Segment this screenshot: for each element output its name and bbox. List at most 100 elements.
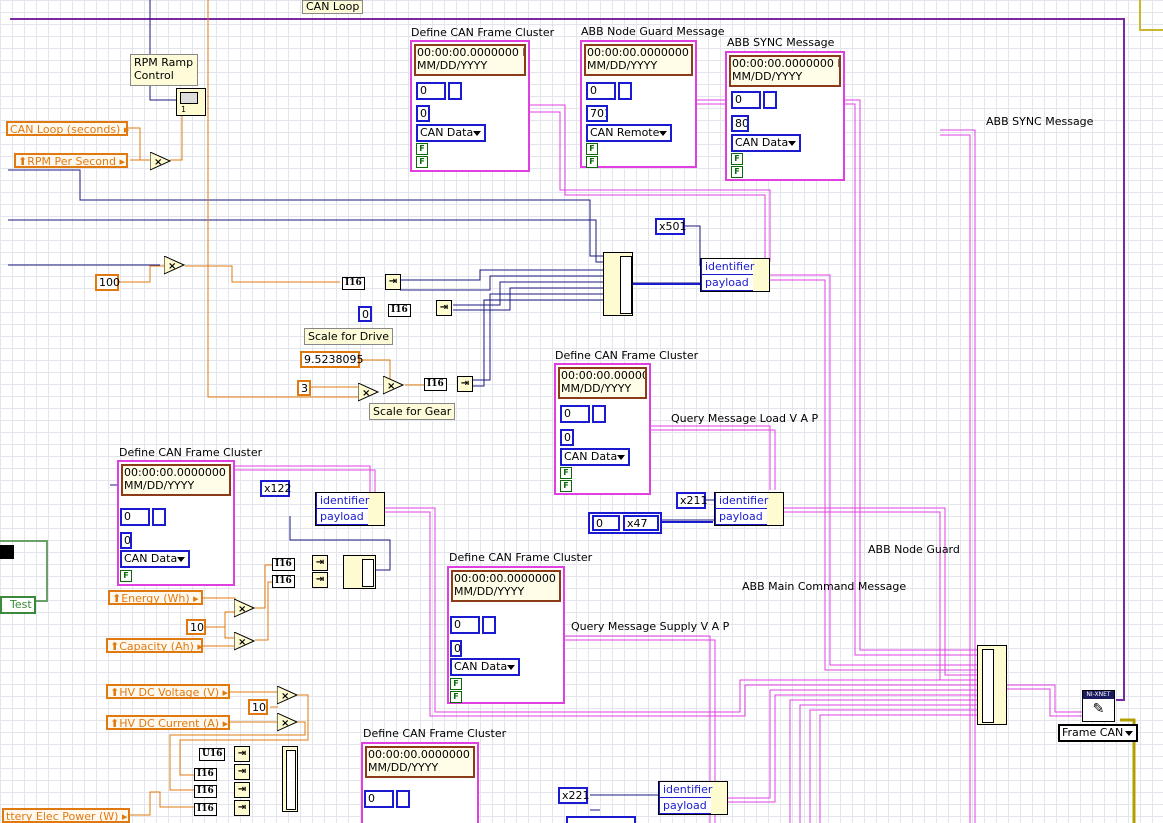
i16-convert[interactable]: I16 (342, 277, 365, 290)
constant-10[interactable]: 10 (248, 699, 268, 715)
can-frame-cluster[interactable]: 00:00:00.0000000MM/DD/YYYY 0 0 CAN Data … (554, 363, 651, 495)
boolean-indicator[interactable]: F (586, 156, 598, 168)
can-frame-cluster[interactable]: 00:00:00.0000000 PMMM/DD/YYYY 0 0 CAN Da… (117, 460, 235, 586)
boolean-indicator[interactable]: F (450, 678, 462, 690)
array-element[interactable] (592, 405, 606, 423)
bundle-by-name-3[interactable]: identifier payload (315, 492, 385, 526)
i16-convert[interactable]: I16 (424, 378, 447, 391)
selector-terminal[interactable] (0, 545, 14, 559)
multiply-icon[interactable]: × (233, 598, 256, 622)
boolean-indicator[interactable]: F (586, 143, 598, 155)
build-array-node[interactable] (282, 746, 298, 812)
index-control[interactable]: 0 (450, 616, 480, 634)
boolean-indicator[interactable]: F (560, 480, 572, 492)
frame-type-ring[interactable]: CAN Data (560, 448, 630, 466)
i16-convert[interactable]: I16 (272, 575, 295, 588)
index-control[interactable]: 0 (120, 508, 150, 526)
bundle-by-name-4[interactable]: identifier payload (658, 781, 728, 815)
index-control[interactable]: 0 (731, 91, 761, 109)
constant-10[interactable]: 10 (186, 619, 206, 635)
type-cast-icon[interactable]: ⇥ (457, 376, 473, 392)
xnet-write-node[interactable]: NI-XNET ✎ (1082, 690, 1115, 722)
boolean-indicator[interactable]: F (450, 691, 462, 703)
index-control[interactable]: 0 (364, 790, 394, 808)
payload-array-constant[interactable]: 0 x47 (588, 512, 662, 534)
constant-3[interactable]: 3 (297, 380, 311, 396)
multiply-icon[interactable]: × (163, 255, 186, 279)
can-frame-cluster[interactable]: 00:00:00.0000000 PMMM/DD/YYYY 0 0 CAN Da… (447, 566, 565, 704)
capacity-control[interactable]: ⬆Capacity (Ah) ▸ (106, 638, 203, 653)
frame-type-ring[interactable]: CAN Data (731, 134, 801, 152)
type-cast-icon[interactable]: ⇥ (312, 572, 328, 588)
i16-convert[interactable]: I16 (388, 304, 411, 317)
test-control[interactable]: Test (0, 596, 36, 614)
type-cast-icon[interactable]: ⇥ (312, 555, 328, 571)
multiply-icon[interactable]: × (382, 375, 405, 399)
type-cast-icon[interactable]: ⇥ (234, 800, 250, 816)
type-cast-icon[interactable]: ⇥ (436, 300, 452, 316)
constant-x122[interactable]: x122 (260, 480, 292, 497)
u16-convert[interactable]: U16 (199, 748, 226, 761)
i16-convert[interactable]: I16 (194, 803, 217, 816)
multiply-icon[interactable]: × (149, 151, 172, 175)
array-element[interactable] (396, 790, 410, 808)
can-frame-cluster[interactable]: 00:00:00.0000000 PMMM/DD/YYYY 0 (361, 742, 479, 823)
array-element[interactable] (482, 616, 496, 634)
boolean-indicator[interactable]: F (560, 467, 572, 479)
abb-sync-cluster[interactable]: 00:00:00.0000000 PMMM/DD/YYYY 0 80 CAN D… (725, 51, 845, 181)
type-cast-icon[interactable]: ⇥ (234, 746, 250, 762)
payload-array-constant[interactable] (566, 816, 636, 823)
abb-node-guard-cluster[interactable]: 00:00:00.0000000 PMMM/DD/YYYY 0 701 CAN … (580, 40, 697, 168)
build-array-node[interactable] (343, 555, 376, 589)
energy-control[interactable]: ⬆Energy (Wh) ▸ (108, 590, 203, 605)
i16-convert[interactable]: I16 (272, 558, 295, 571)
identifier-control[interactable]: 0 (416, 105, 430, 122)
constant-100[interactable]: 100 (95, 274, 120, 291)
boolean-indicator[interactable]: F (120, 570, 132, 582)
constant-x501[interactable]: x501 (655, 218, 687, 235)
constant-0[interactable]: 0 (358, 306, 372, 322)
index-control[interactable]: 0 (586, 82, 616, 100)
battery-elec-power-control[interactable]: ttery Elec Power (W) ▸ (2, 808, 130, 823)
bundle-by-name-1[interactable]: identifier payload (700, 258, 770, 292)
frame-type-ring[interactable]: CAN Data (450, 658, 520, 676)
multiply-icon[interactable]: × (233, 631, 256, 655)
frame-can-ring[interactable]: Frame CAN (1058, 724, 1138, 742)
identifier-control[interactable]: 0 (560, 429, 574, 446)
constant-x211[interactable]: x211 (676, 492, 708, 509)
identifier-control[interactable]: 0 (450, 640, 462, 657)
array-element[interactable] (152, 508, 166, 526)
rpm-ramp-subvi[interactable]: 1 (176, 88, 206, 116)
index-control[interactable]: 0 (416, 82, 446, 100)
multiply-icon[interactable]: × (276, 685, 299, 709)
array-element[interactable] (448, 82, 462, 100)
constant-x221[interactable]: x221 (558, 787, 590, 804)
boolean-indicator[interactable]: F (731, 153, 743, 165)
index-control[interactable]: 0 (560, 405, 590, 423)
i16-convert[interactable]: I16 (194, 785, 217, 798)
rpm-per-second-control[interactable]: ⬆RPM Per Second ▸ (14, 153, 128, 168)
boolean-indicator[interactable]: F (416, 156, 428, 168)
boolean-indicator[interactable]: F (416, 143, 428, 155)
bundle-by-name-2[interactable]: identifier payload (714, 492, 784, 526)
boolean-indicator[interactable]: F (731, 166, 743, 178)
hv-dc-voltage-control[interactable]: ⬆HV DC Voltage (V) ▸ (106, 684, 230, 699)
build-array-node[interactable] (603, 252, 633, 316)
frame-type-ring[interactable]: CAN Data (120, 550, 190, 568)
i16-convert[interactable]: I16 (194, 768, 217, 781)
array-element[interactable] (618, 82, 632, 100)
identifier-control[interactable]: 701 (586, 105, 608, 122)
hv-dc-current-control[interactable]: ⬆HV DC Current (A) ▸ (106, 715, 230, 730)
identifier-control[interactable]: 0 (120, 532, 132, 549)
identifier-control[interactable]: 80 (731, 115, 749, 132)
multiply-icon[interactable]: × (276, 712, 299, 736)
type-cast-icon[interactable]: ⇥ (385, 274, 401, 290)
type-cast-icon[interactable]: ⇥ (234, 782, 250, 798)
can-loop-seconds-control[interactable]: CAN Loop (seconds) ▸ (6, 121, 129, 136)
array-value[interactable]: x47 (623, 515, 659, 531)
array-element[interactable] (763, 91, 777, 109)
can-frame-cluster[interactable]: 00:00:00.0000000 PMMM/DD/YYYY 0 0 CAN Da… (410, 40, 530, 172)
block-diagram-canvas[interactable]: CAN Loop RPM Ramp Control 1 CAN Loop (se… (0, 0, 1163, 823)
frame-type-ring[interactable]: CAN Data (416, 124, 486, 142)
array-index[interactable]: 0 (592, 515, 620, 531)
